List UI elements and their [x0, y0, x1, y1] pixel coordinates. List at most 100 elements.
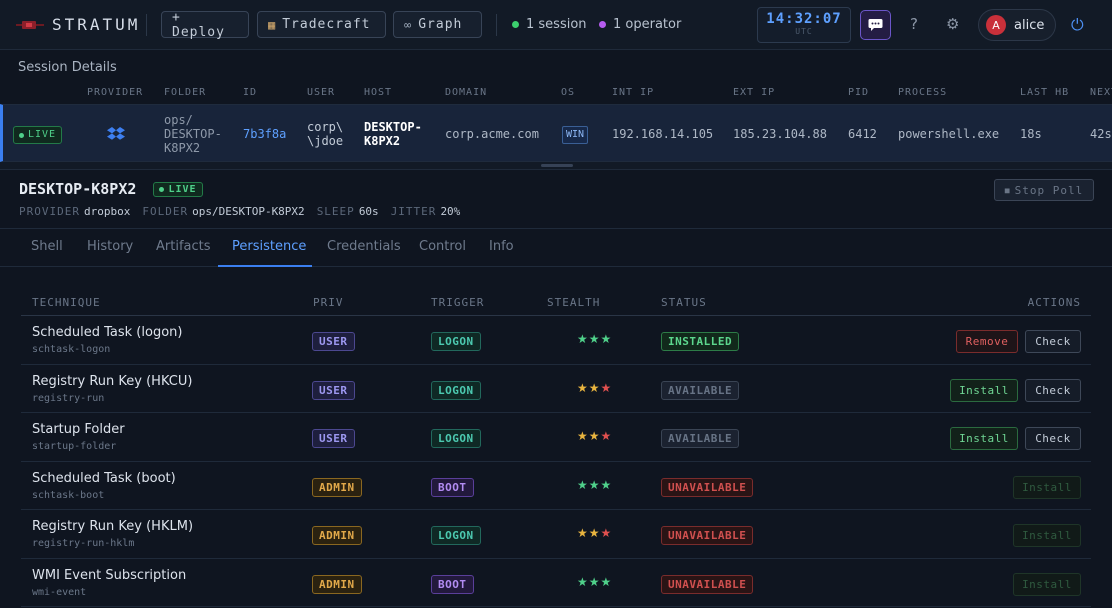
meta-folder: ops/DESKTOP-K8PX2 [192, 205, 305, 218]
stealth-rating: ★★★ [577, 478, 612, 492]
technique-id: startup-folder [32, 441, 117, 452]
technique-id: wmi-event [32, 586, 87, 598]
priv-badge: ADMIN [312, 574, 362, 594]
help-icon: ? [910, 15, 918, 33]
star-icon: ★ [577, 380, 589, 395]
session-row[interactable]: LIVE ops/ DESKTOP- K8PX2 7b3f8a corp\ \j… [0, 104, 1112, 162]
live-badge: LIVE [153, 182, 203, 197]
next-checkin: 42s [1090, 127, 1112, 141]
host-meta: PROVIDER dropbox FOLDER ops/DESKTOP-K8PX2 … [19, 205, 460, 218]
tab-info[interactable]: Info [489, 239, 514, 254]
col-technique: TECHNIQUE [32, 296, 101, 309]
star-icon: ★ [588, 526, 601, 540]
tab-control[interactable]: Control [419, 239, 466, 254]
tradecraft-button[interactable]: ▦ Tradecraft [257, 11, 386, 38]
user-line: \jdoe [307, 134, 344, 148]
install-button[interactable]: Install [950, 378, 1018, 402]
technique-name: Startup Folder [32, 422, 125, 437]
priv-badge: USER [312, 380, 355, 400]
technique-name: Scheduled Task (logon) [32, 325, 183, 340]
col-pid[interactable]: PID [848, 87, 869, 98]
check-button[interactable]: Check [1025, 427, 1081, 450]
star-icon: ★ [577, 477, 589, 492]
tab-persistence[interactable]: Persistence [232, 239, 306, 254]
trigger-badge: LOGON [431, 332, 481, 351]
col-int-ip[interactable]: INT IP [612, 87, 654, 98]
star-icon: ★ [588, 574, 601, 589]
trigger-badge: BOOT [431, 477, 474, 497]
deploy-button[interactable]: + Deploy [161, 10, 249, 40]
avatar: A [986, 15, 1006, 35]
tab-history[interactable]: History [87, 239, 133, 254]
technique-id: schtask-boot [32, 489, 105, 501]
col-process[interactable]: PROCESS [898, 87, 947, 98]
chat-button[interactable] [860, 10, 891, 40]
col-ext-ip[interactable]: EXT IP [733, 87, 775, 98]
trigger-badge: LOGON [431, 526, 481, 545]
logout-button[interactable]: ⏻ [1071, 15, 1084, 35]
col-user[interactable]: USER [307, 87, 335, 98]
star-icon: ★ [588, 429, 601, 443]
priv-badge: USER [312, 429, 355, 448]
stealth-rating: ★★★ [577, 381, 612, 395]
grip [541, 164, 573, 167]
install-button[interactable]: Install [950, 427, 1018, 450]
chat-icon [868, 19, 883, 31]
stealth-rating: ★★★ [577, 332, 612, 346]
power-icon: ⏻ [1071, 15, 1084, 34]
tradecraft-label: Tradecraft [282, 17, 371, 32]
priv-badge: ADMIN [312, 477, 362, 497]
technique-id: schtask-logon [32, 344, 111, 355]
col-folder[interactable]: FOLDER [164, 87, 206, 98]
col-actions: ACTIONS [1027, 296, 1081, 309]
stop-poll-button[interactable]: ■ Stop Poll [994, 179, 1094, 201]
col-provider[interactable]: PROVIDER [87, 87, 143, 98]
remove-button[interactable]: Remove [956, 330, 1018, 353]
persistence-row: Scheduled Task (boot) schtask-boot ADMIN BO… [21, 462, 1091, 510]
star-icon: ★ [600, 429, 613, 443]
install-button: Install [1013, 524, 1081, 547]
star-icon: ★ [588, 477, 601, 492]
col-last-hb[interactable]: LAST HB [1020, 87, 1069, 98]
graph-button[interactable]: ∞ Graph [393, 11, 482, 38]
star-icon: ★ [577, 574, 589, 589]
stop-icon: ■ [1004, 185, 1011, 195]
col-status: STATUS [661, 296, 707, 309]
technique-name: Scheduled Task (boot) [32, 470, 176, 486]
live-label: LIVE [168, 184, 197, 195]
tab-credentials[interactable]: Credentials [327, 239, 401, 254]
session-id[interactable]: 7b3f8a [243, 127, 286, 141]
col-id[interactable]: ID [243, 87, 257, 98]
col-next[interactable]: NEXT [1090, 87, 1112, 98]
technique-id: registry-run [32, 392, 105, 404]
user-menu[interactable]: A alice [978, 9, 1056, 41]
gear-icon: ⚙ [946, 15, 960, 33]
settings-button[interactable]: ⚙ [946, 15, 959, 33]
graph-label: Graph [418, 17, 463, 32]
help-button[interactable]: ? [910, 15, 918, 33]
col-domain[interactable]: DOMAIN [445, 87, 487, 98]
persistence-row: WMI Event Subscription wmi-event ADMIN BOOT… [21, 559, 1091, 607]
technique-name: Registry Run Key (HKCU) [32, 373, 193, 389]
check-button[interactable]: Check [1025, 378, 1081, 402]
session-count: 1 session [512, 17, 587, 32]
col-os[interactable]: OS [561, 87, 575, 98]
check-button[interactable]: Check [1025, 330, 1081, 353]
package-icon: ▦ [268, 17, 277, 32]
tab-artifacts[interactable]: Artifacts [156, 239, 211, 254]
live-badge: LIVE [13, 126, 63, 144]
panel-resize-handle[interactable] [0, 162, 1112, 170]
meta-provider: dropbox [83, 205, 131, 218]
section-title: Session Details [18, 60, 117, 75]
tab-shell[interactable]: Shell [31, 239, 63, 254]
status-badge: INSTALLED [661, 332, 740, 351]
meta-sleep: 60s [358, 205, 379, 218]
last-heartbeat: 18s [1020, 127, 1042, 141]
col-host[interactable]: HOST [364, 87, 392, 98]
col-trigger: TRIGGER [431, 296, 485, 309]
tab-bar: Shell History Artifacts Persistence Cred… [0, 228, 1112, 267]
active-tab-indicator [218, 265, 312, 267]
star-icon: ★ [600, 574, 613, 589]
stealth-rating: ★★★ [577, 526, 612, 540]
persistence-table: TECHNIQUE PRIV TRIGGER STEALTH STATUS AC… [21, 290, 1091, 607]
